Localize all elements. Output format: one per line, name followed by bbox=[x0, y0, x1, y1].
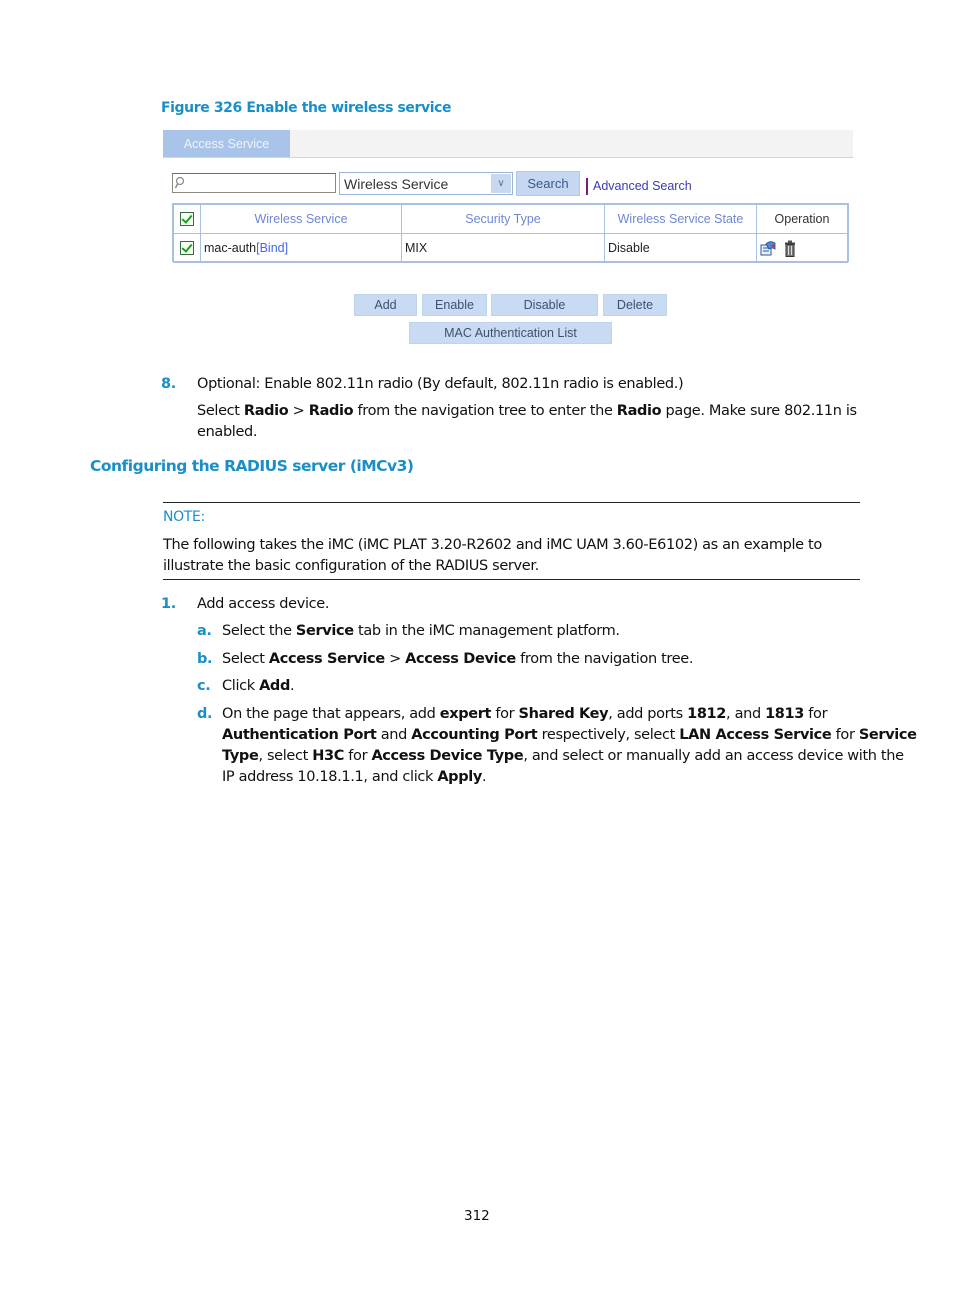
text: . bbox=[481, 769, 487, 785]
ui-term: 1813 bbox=[765, 706, 805, 722]
enable-button[interactable]: Enable bbox=[422, 294, 487, 316]
substep-b: Select Access Service > Access Device fr… bbox=[222, 651, 693, 667]
tab-access-service[interactable]: Access Service bbox=[163, 130, 290, 157]
field-select[interactable]: Wireless Service ∨ bbox=[339, 172, 513, 195]
text: Click bbox=[222, 678, 260, 694]
add-button[interactable]: Add bbox=[354, 294, 417, 316]
section-heading: Configuring the RADIUS server (iMCv3) bbox=[90, 457, 414, 475]
text: Select the bbox=[222, 623, 296, 639]
note-bottom-rule bbox=[163, 579, 860, 580]
text: , and select or manually add an access d… bbox=[523, 748, 904, 764]
substep-d-line-2: Authentication Port and Accounting Port … bbox=[222, 727, 917, 743]
ui-term: Access Device Type bbox=[371, 748, 524, 764]
ui-term: Service bbox=[295, 623, 354, 639]
state-cell: Disable bbox=[604, 233, 757, 263]
text: tab in the iMC management platform. bbox=[353, 623, 620, 639]
substep-d-line-4: IP address 10.18.1.1, and click Apply. bbox=[222, 769, 487, 785]
ui-term: Radio bbox=[616, 403, 662, 419]
text: for bbox=[831, 727, 859, 743]
ui-term: Access Service bbox=[268, 651, 385, 667]
select-all-checkbox[interactable] bbox=[180, 212, 194, 227]
chevron-down-icon[interactable]: ∨ bbox=[491, 174, 511, 193]
text: > bbox=[384, 651, 406, 667]
text: > bbox=[288, 403, 309, 419]
substep-d-line-1: On the page that appears, add expert for… bbox=[222, 706, 828, 722]
wireless-service-name: mac-auth bbox=[204, 241, 257, 255]
row-checkbox[interactable] bbox=[180, 241, 194, 256]
edit-icon[interactable] bbox=[760, 240, 777, 256]
ui-term: Service bbox=[858, 727, 917, 743]
text: from the navigation tree. bbox=[515, 651, 694, 667]
text: , select bbox=[258, 748, 313, 764]
text: for bbox=[344, 748, 372, 764]
step-text: Add access device. bbox=[197, 596, 330, 612]
ui-term: Access Device bbox=[405, 651, 516, 667]
text: for bbox=[804, 706, 828, 722]
search-button[interactable]: Search bbox=[516, 171, 580, 196]
substep-label: d. bbox=[197, 706, 213, 722]
wireless-service-table: Wireless Service Security Type Wireless … bbox=[172, 203, 849, 263]
ui-term: H3C bbox=[312, 748, 345, 764]
substep-c: Click Add. bbox=[222, 678, 295, 694]
substep-label: b. bbox=[197, 651, 213, 667]
search-icon bbox=[175, 176, 185, 189]
ui-term: Accounting Port bbox=[411, 727, 538, 743]
text: IP address 10.18.1.1, and click bbox=[222, 769, 438, 785]
text: . bbox=[290, 678, 295, 694]
text: Select bbox=[222, 651, 269, 667]
figure-caption: Figure 326 Enable the wireless service bbox=[161, 100, 452, 116]
text: page. Make sure 802.11n is bbox=[661, 403, 858, 419]
ui-term: Type bbox=[222, 748, 259, 764]
substep-d-line-3: Type, select H3C for Access Device Type,… bbox=[222, 748, 904, 764]
text: for bbox=[491, 706, 519, 722]
note-label: NOTE: bbox=[163, 509, 205, 525]
ui-term: expert bbox=[439, 706, 492, 722]
ui-term: Authentication Port bbox=[222, 727, 377, 743]
step-detail: Select Radio > Radio from the navigation… bbox=[197, 403, 857, 419]
step-text: Optional: Enable 802.11n radio (By defau… bbox=[197, 376, 684, 392]
column-header-state[interactable]: Wireless Service State bbox=[604, 204, 757, 234]
step-number: 8. bbox=[161, 376, 176, 392]
column-header-operation: Operation bbox=[756, 204, 848, 234]
ui-term: Radio bbox=[243, 403, 289, 419]
disable-button[interactable]: Disable bbox=[491, 294, 598, 316]
field-select-value: Wireless Service bbox=[344, 176, 449, 192]
substep-label: a. bbox=[197, 623, 212, 639]
column-header-security-type[interactable]: Security Type bbox=[401, 204, 605, 234]
note-text-line-1: The following takes the iMC (iMC PLAT 3.… bbox=[163, 537, 822, 553]
separator bbox=[586, 178, 588, 195]
note-top-rule bbox=[163, 502, 860, 503]
bind-link[interactable]: [Bind] bbox=[256, 241, 288, 255]
ui-term: Shared Key bbox=[518, 706, 609, 722]
ui-term: LAN Access Service bbox=[679, 727, 832, 743]
delete-icon[interactable] bbox=[784, 240, 796, 257]
ui-term: Apply bbox=[437, 769, 482, 785]
step-number: 1. bbox=[161, 596, 176, 612]
text: from the navigation tree to enter the bbox=[353, 403, 617, 419]
page-number: 312 bbox=[464, 1208, 490, 1224]
text: , add ports bbox=[608, 706, 688, 722]
text: and bbox=[376, 727, 412, 743]
text: On the page that appears, add bbox=[222, 706, 440, 722]
note-text-line-2: illustrate the basic configuration of th… bbox=[163, 558, 539, 574]
text: , and bbox=[726, 706, 766, 722]
column-header-wireless-service[interactable]: Wireless Service bbox=[200, 204, 402, 234]
search-input[interactable] bbox=[172, 173, 336, 193]
table-row: mac-auth[Bind] MIX Disable bbox=[173, 233, 848, 263]
ui-term: Add bbox=[259, 678, 290, 694]
table-header-row: Wireless Service Security Type Wireless … bbox=[173, 204, 848, 234]
step-detail-cont: enabled. bbox=[197, 424, 258, 440]
text: Select bbox=[197, 403, 244, 419]
advanced-search-link[interactable]: Advanced Search bbox=[593, 179, 692, 193]
delete-button[interactable]: Delete bbox=[603, 294, 667, 316]
text: respectively, select bbox=[537, 727, 680, 743]
ui-term: Radio bbox=[308, 403, 354, 419]
tab-label: Access Service bbox=[183, 136, 270, 151]
substep-a: Select the Service tab in the iMC manage… bbox=[222, 623, 620, 639]
ui-term: 1812 bbox=[687, 706, 727, 722]
security-type-cell: MIX bbox=[401, 233, 605, 263]
substep-label: c. bbox=[197, 678, 211, 694]
mac-authentication-list-button[interactable]: MAC Authentication List bbox=[409, 322, 612, 344]
